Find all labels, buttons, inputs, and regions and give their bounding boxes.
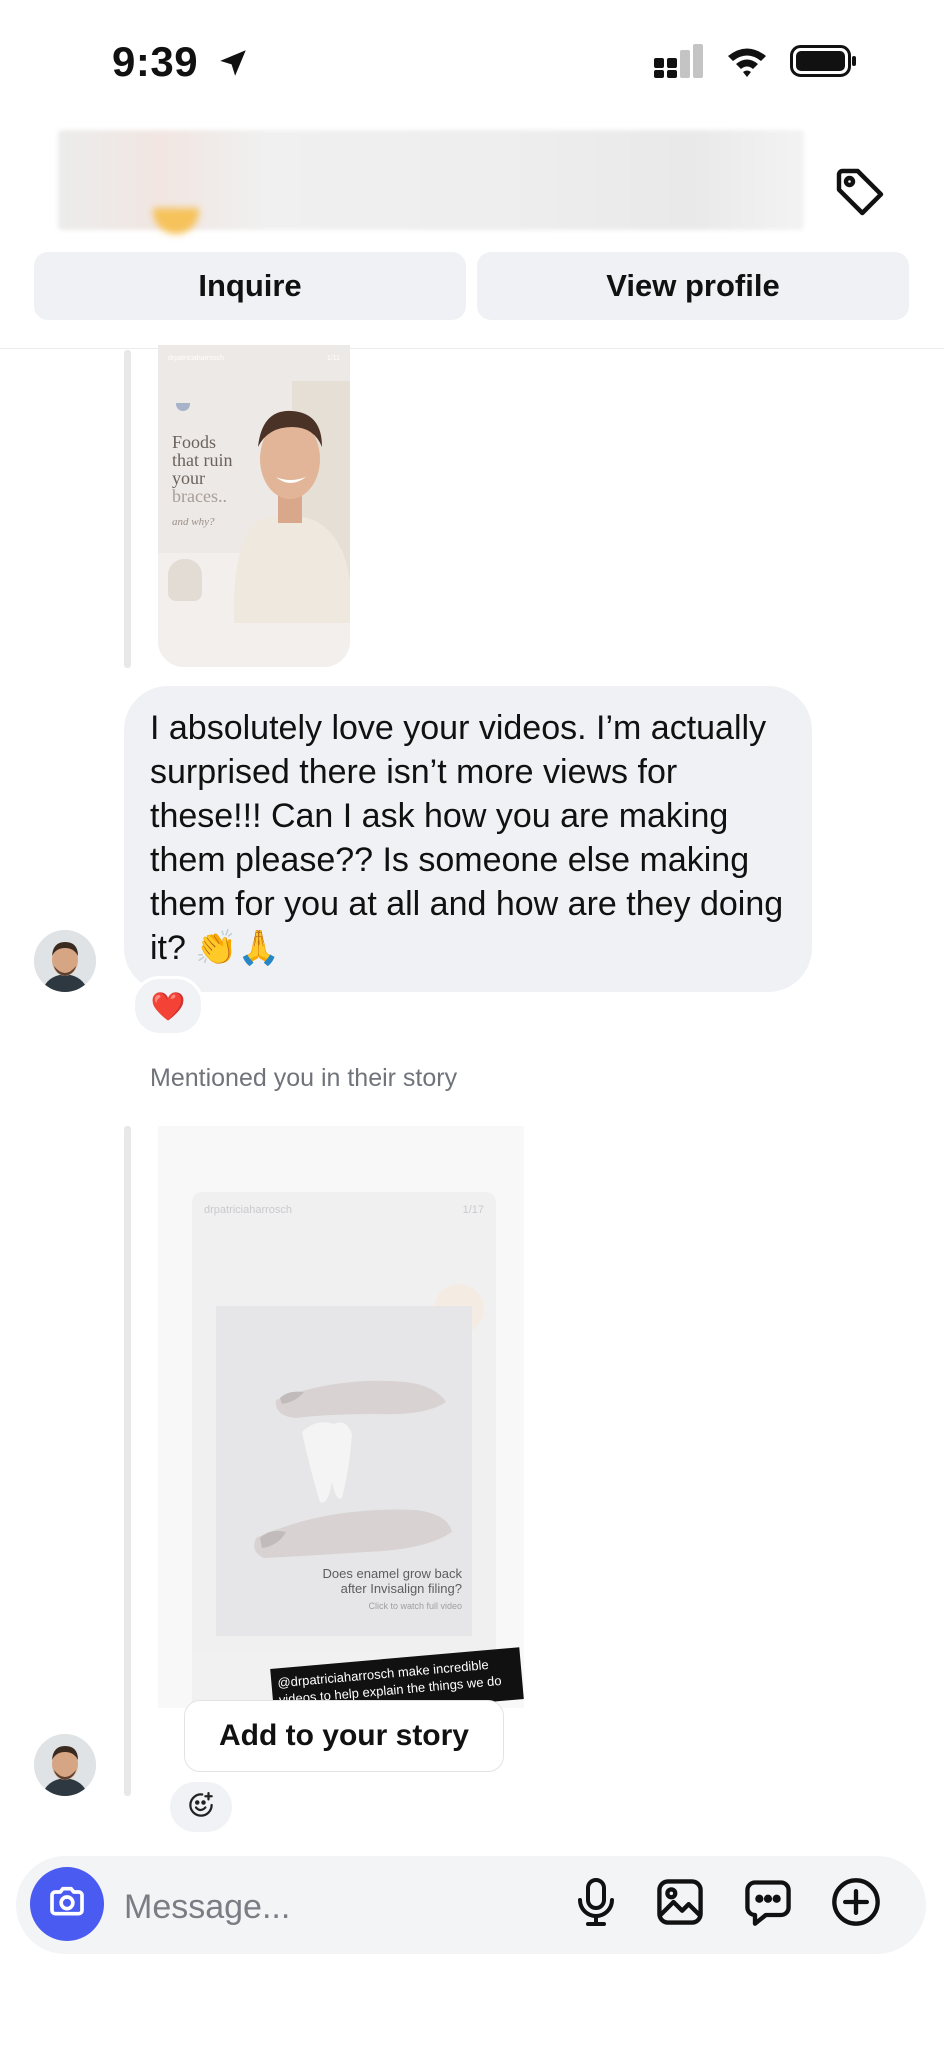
header-divider — [0, 348, 944, 349]
cellular-signal-icon — [654, 44, 704, 83]
story-preview: drpatriciaharrosch 1/17 Does enamel grow… — [192, 1192, 496, 1708]
header-profile-blurred[interactable] — [58, 130, 804, 234]
smiley-plus-icon — [186, 1790, 216, 1825]
story-handle: drpatriciaharrosch — [204, 1204, 293, 1216]
view-profile-button[interactable]: View profile — [477, 252, 909, 320]
location-arrow-icon — [216, 42, 250, 90]
story-handle: drpatriciaharrosch — [168, 355, 225, 362]
sender-avatar[interactable] — [34, 930, 96, 992]
gallery-button[interactable] — [652, 1876, 708, 1932]
story-caption: Does enamel grow back after Invisalign f… — [323, 1566, 462, 1614]
mentioned-story-card[interactable]: drpatriciaharrosch 1/17 Does enamel grow… — [158, 1126, 524, 1708]
sender-avatar[interactable] — [34, 1734, 96, 1796]
tooth-logo-icon — [176, 403, 190, 411]
caption-line: after Invisalign filing? — [340, 1581, 462, 1596]
sticker-button[interactable] — [740, 1876, 796, 1932]
microphone-button[interactable] — [568, 1876, 624, 1932]
add-to-story-button[interactable]: Add to your story — [184, 1700, 504, 1772]
person-photo — [233, 381, 350, 623]
add-reaction-button[interactable] — [170, 1782, 232, 1832]
message-input[interactable] — [122, 1878, 546, 1936]
camera-icon — [47, 1882, 87, 1927]
microphone-icon — [572, 1876, 620, 1933]
story-counter: 1/11 — [326, 355, 340, 362]
inquire-button[interactable]: Inquire — [34, 252, 466, 320]
vase-image — [168, 559, 202, 601]
wifi-icon — [726, 45, 768, 82]
message-text: I absolutely love your videos. I’m actua… — [150, 709, 784, 967]
status-time-text: 9:39 — [112, 38, 199, 85]
camera-button[interactable] — [30, 1867, 104, 1941]
tag-icon[interactable] — [832, 164, 888, 220]
reply-indicator-bar — [124, 350, 131, 668]
tooth-photo: Does enamel grow back after Invisalign f… — [216, 1306, 472, 1636]
more-button[interactable] — [828, 1876, 884, 1932]
status-time: 9:39 — [112, 38, 250, 90]
plus-circle-icon — [830, 1876, 882, 1933]
reply-indicator-bar — [124, 1126, 131, 1796]
caption-line: Does enamel grow back — [322, 1566, 462, 1581]
status-icons — [654, 44, 858, 83]
story-counter: 1/17 — [462, 1204, 484, 1216]
heart-icon: ❤️ — [150, 990, 186, 1022]
heart-reaction[interactable]: ❤️ — [132, 976, 204, 1036]
image-icon — [654, 1876, 706, 1933]
message-bubble[interactable]: I absolutely love your videos. I’m actua… — [124, 686, 812, 992]
battery-icon — [790, 45, 858, 82]
caption-small: Click to watch full video — [368, 1601, 462, 1611]
header-avatar-fragment — [153, 208, 199, 234]
story-thumbnail[interactable]: drpatriciaharrosch 1/11 Foods that ruin … — [158, 345, 350, 667]
chat-bubble-icon — [742, 1876, 794, 1933]
mention-label: Mentioned you in their story — [150, 1064, 458, 1092]
